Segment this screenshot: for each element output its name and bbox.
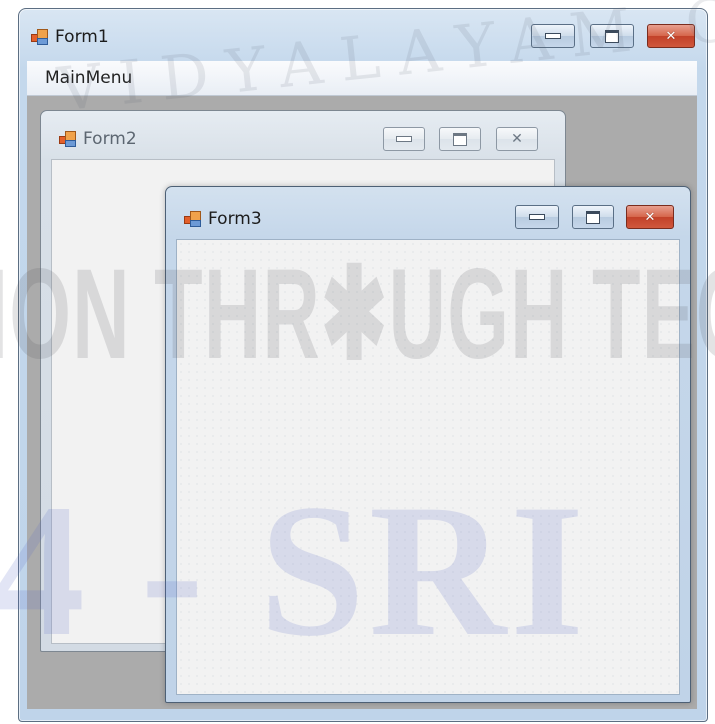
- app-form-icon: [184, 211, 201, 227]
- minimize-icon: [396, 136, 412, 142]
- minimize-icon: [529, 214, 545, 220]
- form1-title: Form1: [55, 27, 109, 47]
- form1-titlebar[interactable]: Form1: [31, 27, 109, 47]
- form3-maximize-button[interactable]: [572, 205, 614, 229]
- maximize-icon: [586, 210, 600, 224]
- form1-close-button[interactable]: ✕: [647, 24, 695, 48]
- form2-maximize-button[interactable]: [439, 127, 481, 151]
- app-form-icon: [59, 131, 76, 147]
- maximize-icon: [605, 29, 619, 43]
- app-form-icon: [31, 29, 48, 45]
- minimize-icon: [545, 33, 561, 39]
- form3-titlebar[interactable]: Form3: [184, 209, 262, 229]
- form2-close-button[interactable]: ✕: [496, 127, 538, 151]
- close-icon: ✕: [511, 131, 523, 147]
- form3-minimize-button[interactable]: [515, 205, 559, 229]
- form2-titlebar[interactable]: Form2: [59, 129, 137, 149]
- mdi-client-area: Form2 ✕ Form3 ✕: [27, 96, 697, 709]
- form1-maximize-button[interactable]: [590, 24, 634, 48]
- form1-window[interactable]: Form1 ✕ MainMenu Form2 ✕ Form3 ✕: [18, 8, 708, 722]
- form1-minimize-button[interactable]: [531, 24, 575, 48]
- form3-window[interactable]: Form3 ✕: [165, 186, 691, 703]
- form3-close-button[interactable]: ✕: [626, 205, 674, 229]
- form3-client-area: [176, 239, 680, 695]
- close-icon: ✕: [665, 28, 677, 44]
- menu-item-mainmenu[interactable]: MainMenu: [45, 68, 132, 88]
- form3-title: Form3: [208, 209, 262, 229]
- main-menubar: MainMenu: [27, 61, 697, 96]
- close-icon: ✕: [644, 209, 656, 225]
- form2-title: Form2: [83, 129, 137, 149]
- maximize-icon: [453, 132, 467, 146]
- form2-minimize-button[interactable]: [383, 127, 425, 151]
